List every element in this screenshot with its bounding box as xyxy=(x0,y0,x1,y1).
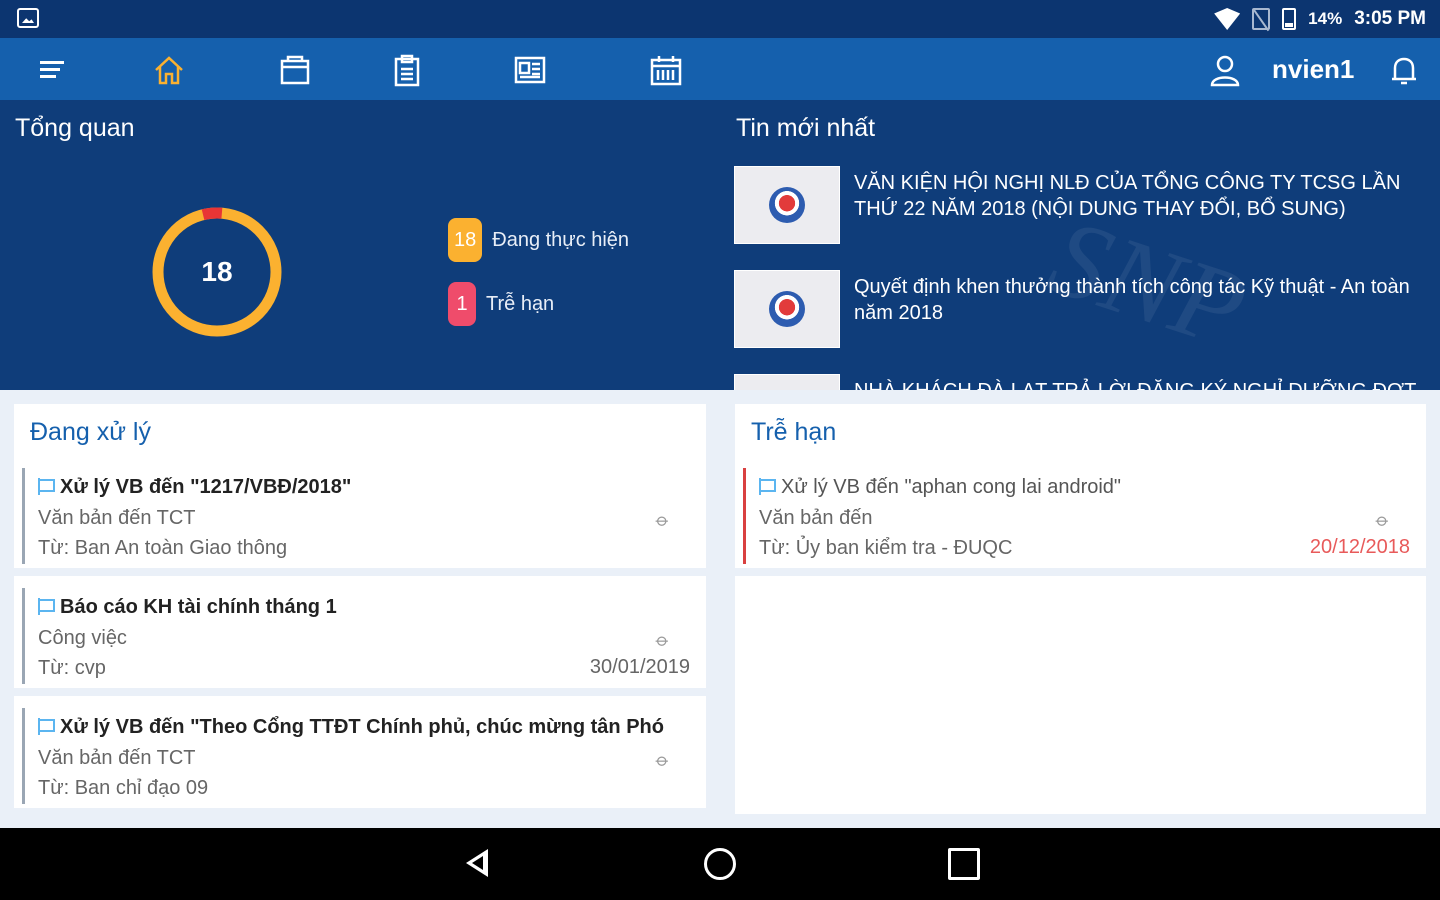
task-type: Văn bản đến TCT xyxy=(38,747,196,769)
task-title: Xử lý VB đến "1217/VBĐ/2018" xyxy=(60,476,352,498)
folder-icon[interactable] xyxy=(277,52,313,88)
overdue-panel: Trễ hạn Xử lý VB đến "aphan cong lai and… xyxy=(735,404,1426,814)
union-logo-icon xyxy=(769,291,805,327)
attachment-icon: ⌀ xyxy=(652,749,674,772)
news-item[interactable]: VĂN KIỆN HỘI NGHỊ NLĐ CỦA TỔNG CÔNG TY T… xyxy=(734,166,1424,246)
news-item[interactable]: NHÀ KHÁCH ĐÀ LẠT TRẢ LỜI ĐĂNG KÝ NGHỈ DƯ… xyxy=(734,374,1424,390)
bell-icon[interactable] xyxy=(1386,52,1422,88)
task-type: Văn bản đến TCT xyxy=(38,507,196,529)
task-card[interactable]: Báo cáo KH tài chính tháng 1 Công việc T… xyxy=(14,584,706,696)
task-panels: Đang xử lý Xử lý VB đến "1217/VBĐ/2018" … xyxy=(0,390,1440,828)
task-indicator xyxy=(22,708,25,804)
attachment-icon: ⌀ xyxy=(1372,509,1394,532)
task-date: 30/01/2019 xyxy=(589,656,690,678)
task-from: Từ: Ban chỉ đạo 09 xyxy=(38,777,209,799)
news-item-title: VĂN KIỆN HỘI NGHỊ NLĐ CỦA TỔNG CÔNG TY T… xyxy=(854,172,1401,220)
system-navigation-bar xyxy=(0,828,1440,900)
attachment-icon: ⌀ xyxy=(652,509,674,532)
overdue-count: 1 xyxy=(448,282,476,326)
calendar-icon[interactable] xyxy=(648,52,684,88)
processing-panel: Đang xử lý Xử lý VB đến "1217/VBĐ/2018" … xyxy=(14,404,706,816)
recents-button[interactable] xyxy=(948,848,980,880)
home-icon[interactable] xyxy=(151,52,187,88)
flag-icon xyxy=(38,718,55,735)
task-title: Xử lý VB đến "aphan cong lai android" xyxy=(781,476,1122,498)
overview-title: Tổng quan xyxy=(15,114,135,142)
overdue-label: Trễ hạn xyxy=(486,292,555,315)
clipboard-icon[interactable] xyxy=(389,52,425,88)
news-thumbnail xyxy=(734,166,840,244)
back-button[interactable] xyxy=(464,848,496,880)
flag-icon xyxy=(759,478,776,495)
top-navigation: nvien1 xyxy=(0,38,1440,100)
task-type: Văn bản đến xyxy=(759,507,873,529)
user-icon[interactable] xyxy=(1207,52,1243,88)
no-sim-icon xyxy=(1252,8,1271,30)
processing-title: Đang xử lý xyxy=(30,418,151,446)
task-from: Từ: cvp xyxy=(38,657,106,679)
legend-overdue[interactable]: 1 Trễ hạn xyxy=(448,282,554,326)
legend-in-progress[interactable]: 18 Đang thực hiện xyxy=(448,218,629,262)
news-title: Tin mới nhất xyxy=(736,114,876,142)
task-from: Từ: Ban An toàn Giao thông xyxy=(38,537,288,559)
dashboard-overview: SNP Tổng quan 18 18 Đang thực hiện 1 Trễ… xyxy=(0,100,1440,390)
overdue-title: Trễ hạn xyxy=(751,418,837,446)
home-button[interactable] xyxy=(704,848,736,880)
task-indicator xyxy=(22,588,25,684)
task-title: Báo cáo KH tài chính tháng 1 xyxy=(60,596,337,618)
in-progress-count: 18 xyxy=(448,218,483,262)
news-item-title: NHÀ KHÁCH ĐÀ LẠT TRẢ LỜI ĐĂNG KÝ NGHỈ DƯ… xyxy=(854,378,1424,390)
news-item[interactable]: Quyết định khen thưởng thành tích công t… xyxy=(734,270,1424,350)
task-card[interactable]: Xử lý VB đến "1217/VBĐ/2018" Văn bản đến… xyxy=(14,464,706,576)
flag-icon xyxy=(38,478,55,495)
task-indicator xyxy=(743,468,746,564)
news-thumbnail xyxy=(734,270,840,348)
task-indicator xyxy=(22,468,25,564)
gallery-notification-icon xyxy=(17,8,39,28)
flag-icon xyxy=(38,598,55,615)
task-title: Xử lý VB đến "Theo Cổng TTĐT Chính phủ, … xyxy=(60,716,664,738)
clock: 3:05 PM xyxy=(1354,8,1426,29)
battery-icon xyxy=(1282,8,1297,30)
task-card[interactable]: Xử lý VB đến "aphan cong lai android" Vă… xyxy=(735,464,1426,576)
task-type: Công việc xyxy=(38,627,127,649)
union-logo-icon xyxy=(769,187,805,223)
username[interactable]: nvien1 xyxy=(1272,54,1354,85)
wifi-icon xyxy=(1214,8,1241,30)
donut-total: 18 xyxy=(201,256,233,287)
document-icon[interactable] xyxy=(512,52,548,88)
menu-icon[interactable] xyxy=(34,52,70,88)
task-card[interactable]: Xử lý VB đến "Theo Cổng TTĐT Chính phủ, … xyxy=(14,704,706,816)
status-bar: 14% 3:05 PM xyxy=(0,0,1440,38)
in-progress-label: Đang thực hiện xyxy=(492,228,630,251)
task-date: 20/12/2018 xyxy=(1309,536,1410,558)
battery-percent: 14% xyxy=(1308,9,1343,28)
news-thumbnail xyxy=(734,374,840,390)
news-item-title: Quyết định khen thưởng thành tích công t… xyxy=(854,276,1410,324)
attachment-icon: ⌀ xyxy=(652,629,674,652)
task-from: Từ: Ủy ban kiểm tra - ĐUQC xyxy=(759,537,1013,559)
